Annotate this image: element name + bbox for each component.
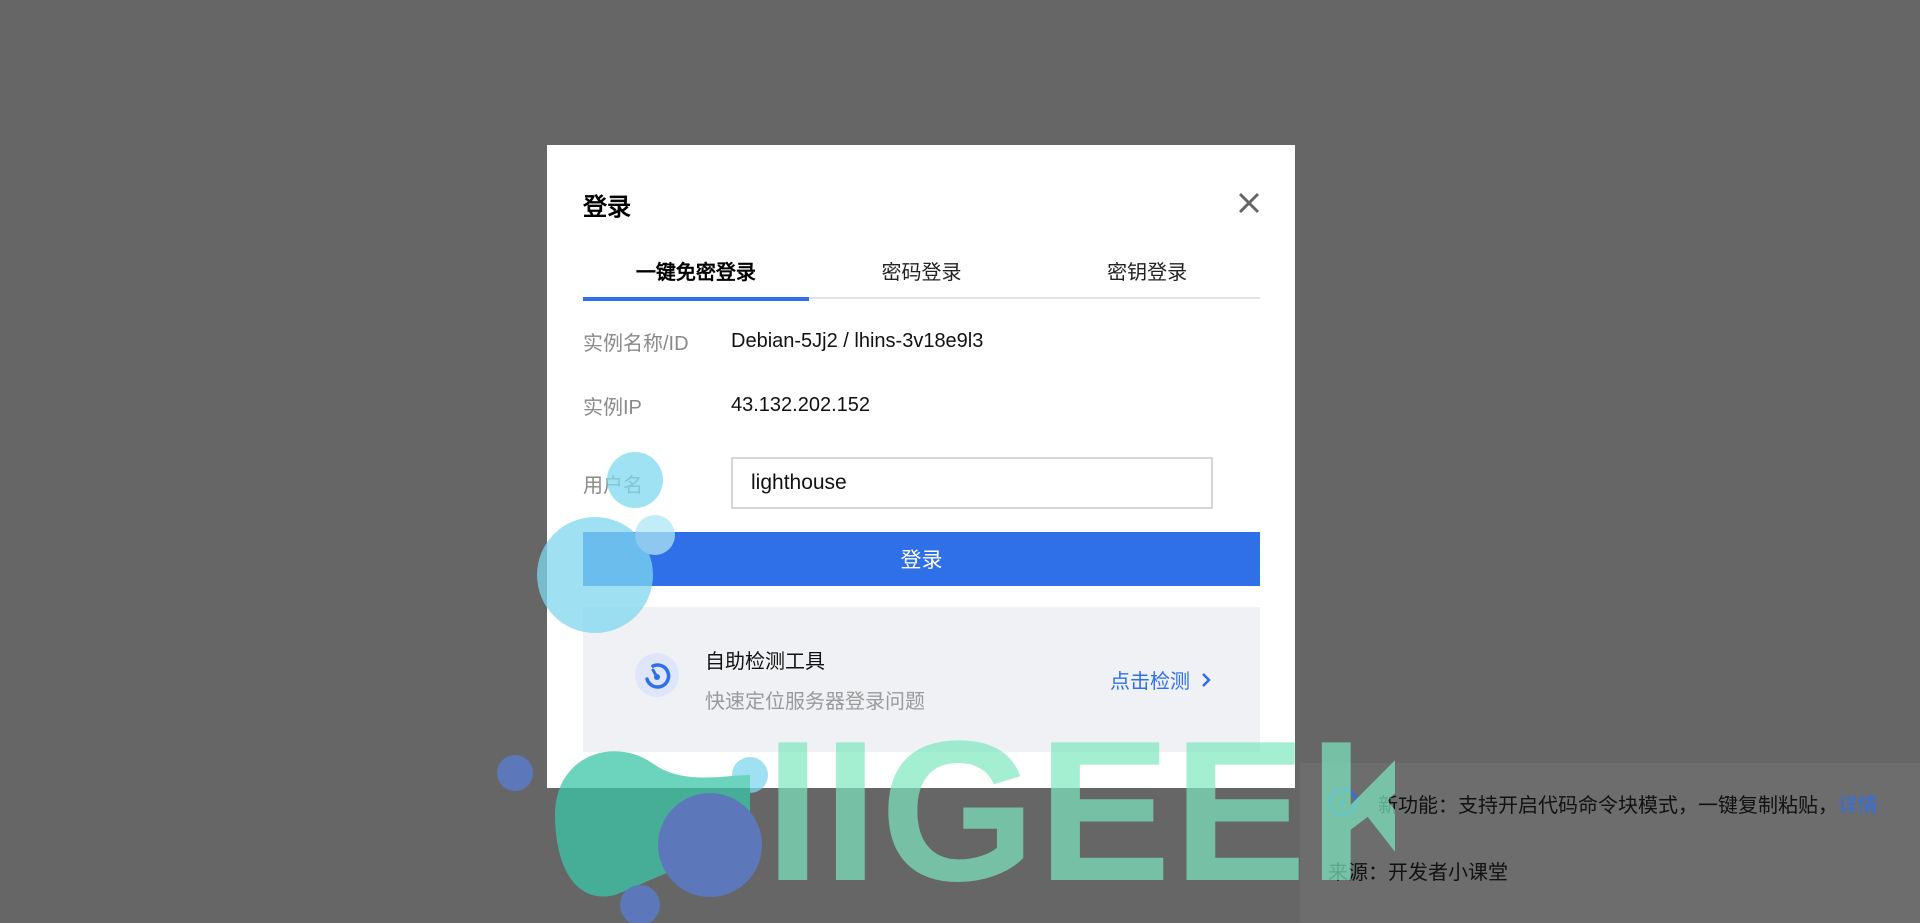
username-label: 用户名 (583, 474, 643, 497)
instance-name-row: 实例名称/ID Debian-5Jj2 / lhins-3v18e9l3 (583, 327, 983, 356)
username-row: 用户名 (583, 457, 1213, 509)
instance-ip-value: 43.132.202.152 (731, 394, 871, 416)
username-input[interactable] (731, 457, 1213, 509)
instance-name-value: Debian-5Jj2 / lhins-3v18e9l3 (731, 330, 984, 352)
self-check-tool-card: 自助检测工具 快速定位服务器登录问题 点击检测 (583, 607, 1260, 752)
gauge-icon (635, 653, 679, 697)
notification-details-link[interactable]: 详情 (1838, 795, 1878, 817)
login-button[interactable]: 登录 (583, 532, 1260, 586)
tool-title: 自助检测工具 (705, 651, 825, 673)
notification-source: 来源：开发者小课堂 (1328, 862, 1508, 884)
close-icon[interactable] (1235, 189, 1263, 217)
notification-text: 新功能：支持开启代码命令块模式，一键复制粘贴，详情 (1378, 789, 1878, 818)
instance-name-label: 实例名称/ID (583, 333, 689, 355)
instance-ip-label: 实例IP (583, 397, 642, 419)
login-dialog: 登录 一键免密登录 密码登录 密钥登录 实例名称/ID Debian-5Jj2 … (547, 145, 1295, 788)
instance-ip-row: 实例IP 43.132.202.152 (583, 391, 870, 420)
run-check-link-label: 点击检测 (1110, 671, 1190, 693)
tab-key-login[interactable]: 密钥登录 (1034, 255, 1260, 297)
feature-notification: 新功能：支持开启代码命令块模式，一键复制粘贴，详情 来源：开发者小课堂 (1300, 763, 1920, 923)
info-icon (1328, 787, 1358, 817)
tool-subtitle: 快速定位服务器登录问题 (705, 691, 925, 713)
login-tabs: 一键免密登录 密码登录 密钥登录 (583, 255, 1260, 301)
run-check-link[interactable]: 点击检测 (1110, 665, 1212, 694)
dialog-title: 登录 (583, 194, 631, 221)
notification-message: 新功能：支持开启代码命令块模式，一键复制粘贴， (1378, 795, 1838, 817)
tab-password-login[interactable]: 密码登录 (809, 255, 1035, 297)
chevron-right-icon (1202, 672, 1211, 687)
tab-passwordless-login[interactable]: 一键免密登录 (583, 255, 809, 301)
